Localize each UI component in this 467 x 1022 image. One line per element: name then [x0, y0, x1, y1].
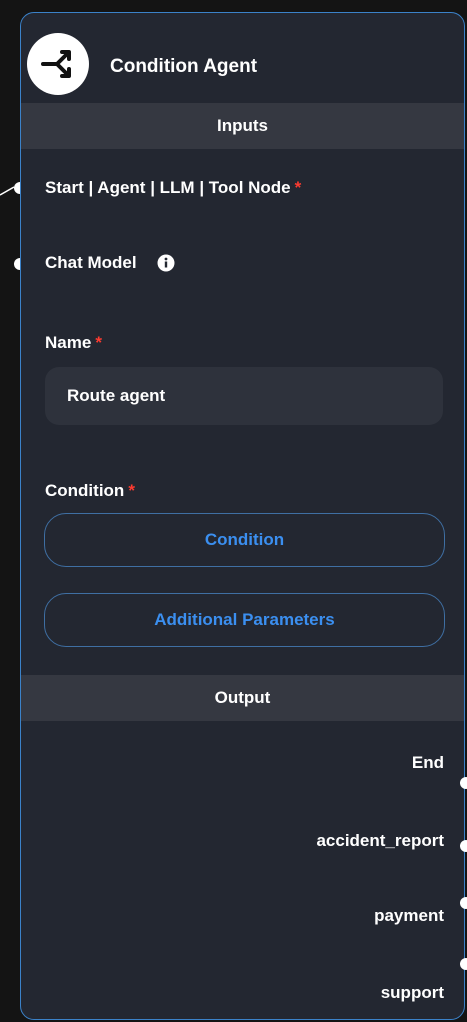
required-marker: *	[294, 178, 302, 197]
output-handle-end[interactable]	[460, 777, 467, 789]
condition-field-label: Condition *	[45, 481, 135, 501]
output-handle-support[interactable]	[460, 958, 467, 970]
output-section-header: Output	[21, 675, 464, 721]
info-icon[interactable]	[157, 254, 175, 272]
output-end-label: End	[411, 753, 444, 772]
output-payment-label: payment	[374, 906, 444, 925]
output-handle-payment[interactable]	[460, 897, 467, 909]
input-chat-model: Chat Model	[45, 253, 175, 273]
condition-button-label: Condition	[204, 530, 285, 549]
output-accident-report-label: accident_report	[316, 831, 444, 850]
required-marker: *	[128, 481, 135, 500]
name-label-text: Name	[45, 333, 92, 352]
inputs-section-label: Inputs	[217, 116, 268, 135]
name-input-value: Route agent	[67, 386, 166, 405]
node-header: Condition Agent	[21, 13, 464, 103]
input-start: Start | Agent | LLM | Tool Node *	[45, 178, 301, 198]
additional-parameters-label: Additional Parameters	[154, 610, 335, 629]
name-field-label: Name *	[45, 333, 102, 353]
output-support-label: support	[380, 983, 444, 1002]
inputs-section-header: Inputs	[21, 103, 464, 149]
edge-connector	[0, 186, 14, 196]
additional-parameters-button[interactable]: Additional Parameters	[44, 593, 445, 647]
canvas: Condition Agent Inputs Start | Agent | L…	[0, 0, 467, 1022]
condition-button[interactable]: Condition	[44, 513, 445, 567]
condition-agent-node[interactable]: Condition Agent Inputs Start | Agent | L…	[20, 12, 465, 1020]
input-start-label: Start | Agent | LLM | Tool Node	[45, 178, 291, 197]
node-title: Condition Agent	[110, 56, 258, 77]
input-chat-model-label: Chat Model	[45, 253, 137, 272]
output-handle-accident-report[interactable]	[460, 840, 467, 852]
name-input[interactable]: Route agent	[45, 367, 443, 425]
required-marker: *	[95, 333, 102, 352]
split-arrow-icon	[27, 33, 89, 95]
output-section-label: Output	[214, 688, 271, 707]
condition-label-text: Condition	[45, 481, 125, 500]
